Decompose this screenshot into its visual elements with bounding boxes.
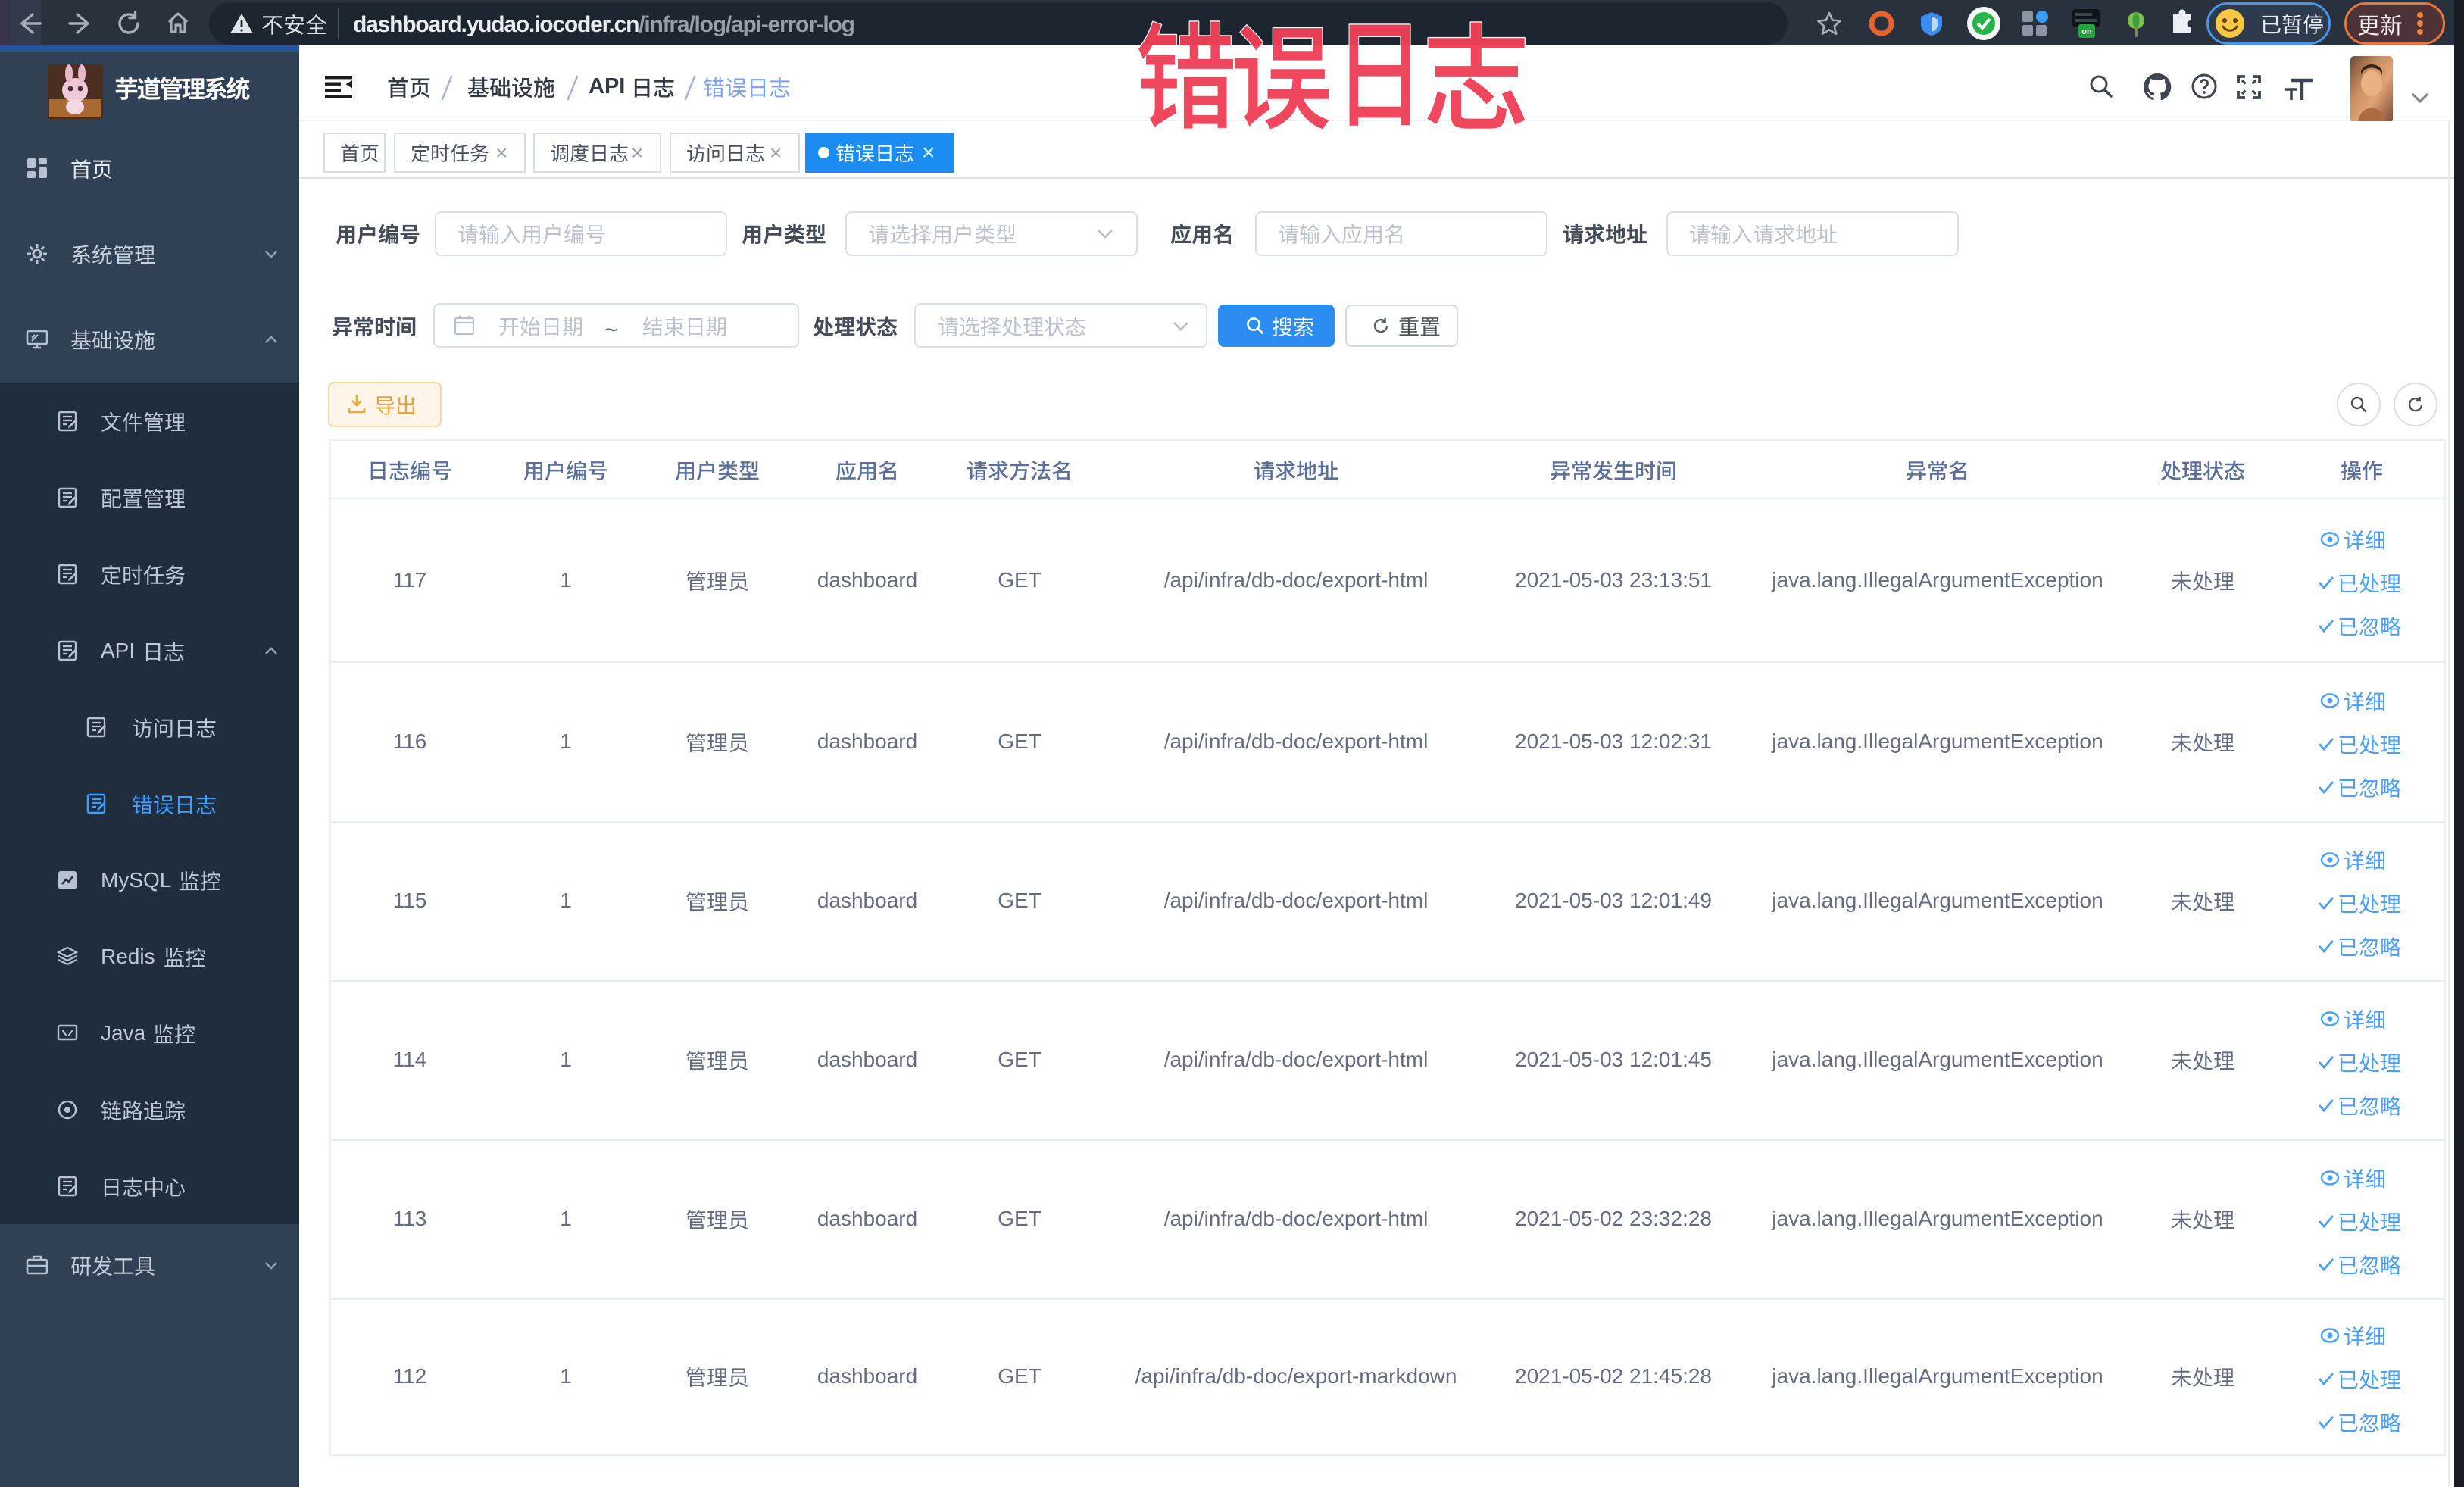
svg-text:on: on [2081,27,2092,36]
